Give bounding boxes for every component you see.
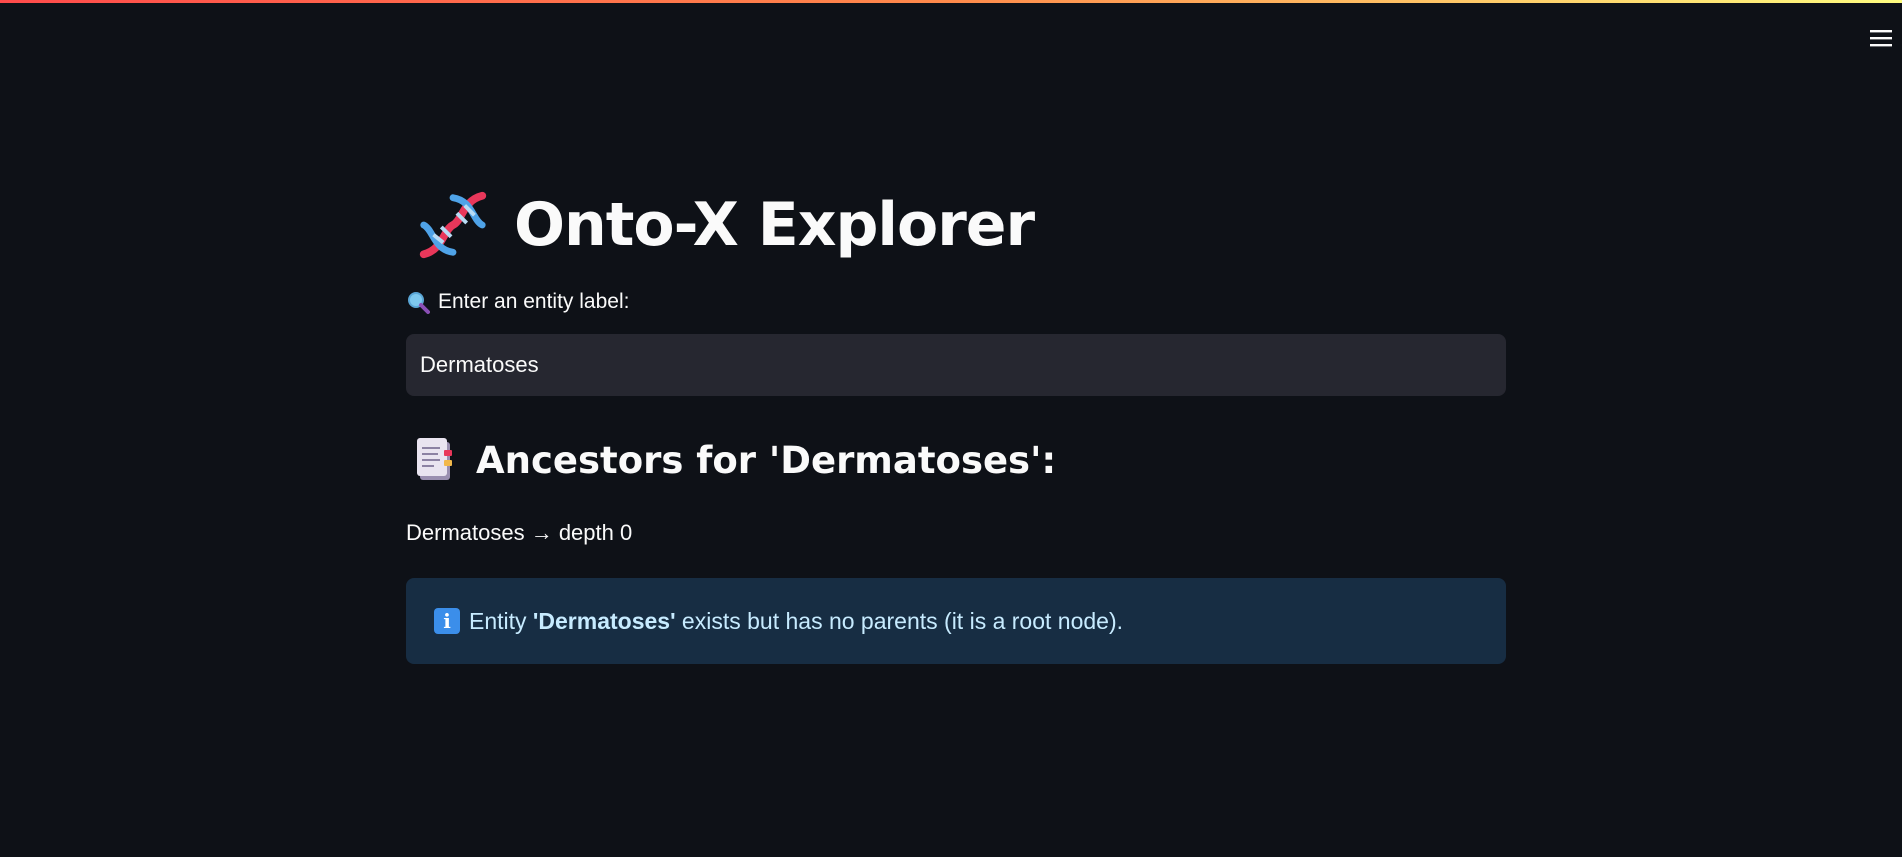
page-header: Onto-X Explorer [406, 170, 1506, 280]
ancestors-header: Ancestors for 'Dermatoses': [406, 432, 1506, 488]
search-label: Enter an entity label: [406, 288, 1506, 316]
info-suffix: exists but has no parents (it is a root … [675, 607, 1124, 634]
entity-search-input[interactable] [406, 334, 1506, 396]
info-message: Entity 'Dermatoses' exists but has no pa… [469, 608, 1123, 635]
document-icon [417, 438, 452, 480]
hamburger-menu-icon [1870, 30, 1892, 47]
ancestor-depth-item: Dermatoses → depth 0 [406, 520, 633, 545]
magnifying-glass-icon [408, 292, 430, 314]
info-entity: 'Dermatoses' [532, 607, 676, 634]
main-content: Onto-X Explorer Enter an entity label: A… [406, 170, 1506, 664]
info-alert: i Entity 'Dermatoses' exists but has no … [406, 578, 1506, 664]
info-prefix: Entity [469, 607, 533, 634]
ancestors-heading: Ancestors for 'Dermatoses': [476, 438, 1057, 482]
dna-icon [419, 191, 487, 259]
search-label-text: Enter an entity label: [438, 290, 630, 313]
main-menu-button[interactable] [1868, 26, 1894, 50]
top-accent-bar [0, 0, 1902, 3]
page-title: Onto-X Explorer [514, 190, 1035, 260]
information-icon: i [434, 608, 460, 634]
